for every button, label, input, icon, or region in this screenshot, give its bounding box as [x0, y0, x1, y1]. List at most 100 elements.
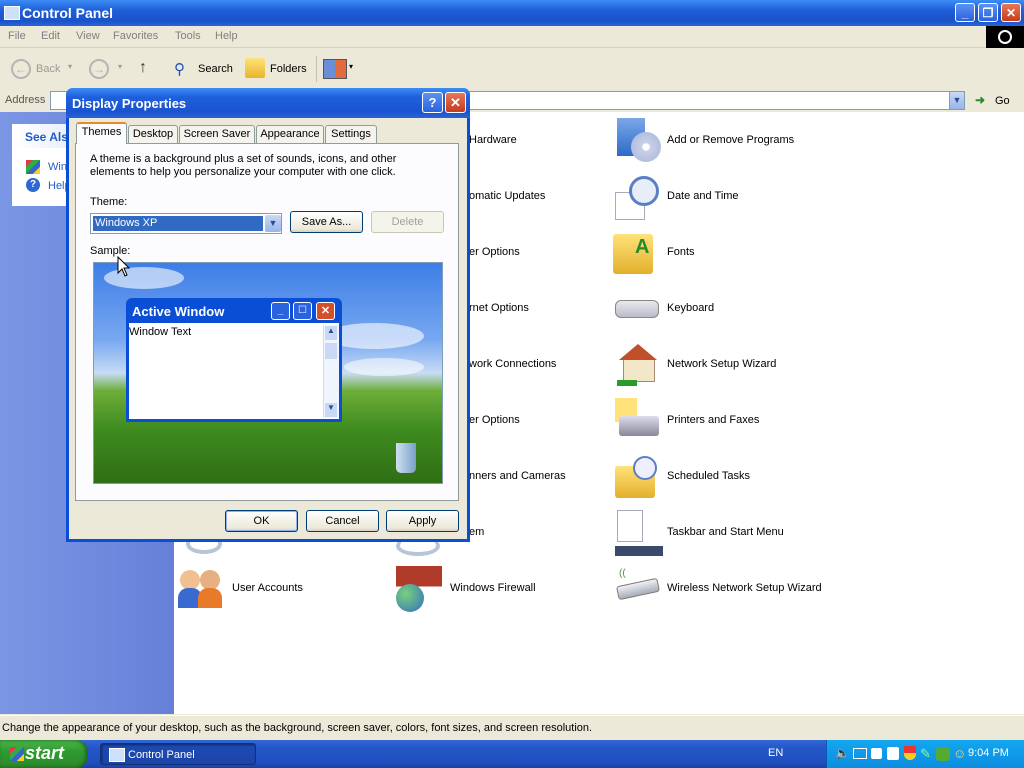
folders-button-label[interactable]: Folders [270, 63, 307, 75]
close-button[interactable]: ✕ [1001, 3, 1021, 22]
start-windows-flag-icon [10, 747, 24, 761]
sample-minimize-icon: _ [271, 302, 290, 320]
go-button-label[interactable]: Go [995, 95, 1010, 107]
cp-item-scheduled-tasks[interactable]: Scheduled Tasks [613, 454, 843, 502]
back-button-label[interactable]: Back [36, 63, 60, 75]
window-titlebar[interactable]: Control Panel _ ❐ ✕ [0, 0, 1024, 26]
sample-scroll-thumb [325, 343, 337, 359]
forward-dropdown-icon[interactable]: ▾ [118, 62, 122, 71]
messenger-icon[interactable]: ☺ [953, 746, 966, 761]
tab-themes[interactable]: Themes [76, 122, 127, 144]
tray-tool-icon[interactable]: ✎ [920, 746, 931, 762]
mouse-cursor-icon [117, 256, 131, 277]
back-dropdown-icon[interactable]: ▾ [68, 62, 72, 71]
fonts-icon: A [613, 234, 653, 274]
dialog-title: Display Properties [72, 96, 187, 111]
network-setup-wizard-icon [613, 342, 659, 388]
minimize-button[interactable]: _ [955, 3, 975, 22]
wireless-network-icon: (( [613, 566, 660, 612]
theme-label: Theme: [90, 196, 128, 208]
recycle-bin-icon [396, 443, 416, 473]
views-icon[interactable] [323, 59, 347, 79]
theme-select[interactable]: Windows XP ▼ [90, 213, 282, 234]
views-dropdown-icon[interactable]: ▾ [349, 62, 353, 71]
printers-faxes-icon [613, 398, 659, 444]
taskbar-button-control-panel[interactable]: Control Panel [100, 743, 256, 765]
sample-close-icon: ✕ [316, 302, 335, 320]
menu-bar: File Edit View Favorites Tools Help [0, 26, 1024, 48]
tab-appearance[interactable]: Appearance [256, 125, 324, 143]
add-remove-programs-icon [613, 118, 661, 164]
keyboard-icon [613, 286, 659, 332]
cp-item-keyboard[interactable]: Keyboard [613, 286, 843, 334]
tray-app-icon[interactable] [871, 748, 882, 759]
tray-green-icon[interactable] [936, 747, 950, 761]
restore-button[interactable]: ❐ [978, 3, 998, 22]
start-button[interactable]: start [0, 740, 88, 768]
forward-arrow-icon[interactable]: → [89, 59, 109, 79]
cp-item-taskbar-start-menu[interactable]: Taskbar and Start Menu [613, 510, 843, 558]
save-as-button[interactable]: Save As... [290, 211, 363, 233]
window-title: Control Panel [22, 5, 114, 21]
help-icon: ? [26, 178, 40, 192]
cp-item-user-accounts[interactable]: User Accounts [178, 566, 378, 614]
sample-active-window-title: Active Window [132, 304, 225, 319]
search-icon[interactable]: ⚲ [174, 60, 185, 78]
tray-notes-icon[interactable] [887, 747, 899, 760]
status-bar: Change the appearance of your desktop, s… [0, 715, 1024, 740]
menu-help[interactable]: Help [215, 30, 238, 42]
cp-item-printers-faxes[interactable]: Printers and Faxes [613, 398, 843, 446]
firewall-icon [396, 566, 442, 612]
delete-button[interactable]: Delete [371, 211, 444, 233]
sample-scrollbar: ▲ ▼ [323, 325, 339, 418]
search-button-label[interactable]: Search [198, 63, 233, 75]
cp-item-network-setup-wizard[interactable]: Network Setup Wizard [613, 342, 843, 390]
tab-screen-saver[interactable]: Screen Saver [179, 125, 255, 143]
menu-file[interactable]: File [8, 30, 26, 42]
back-arrow-icon[interactable]: ← [11, 59, 31, 79]
dialog-titlebar[interactable]: Display Properties ? ✕ [66, 88, 470, 118]
ok-button[interactable]: OK [225, 510, 298, 532]
up-folder-icon[interactable]: ↑ [139, 59, 147, 77]
cp-item-fonts[interactable]: A Fonts [613, 230, 843, 278]
address-label: Address [5, 94, 46, 106]
tab-settings[interactable]: Settings [325, 125, 377, 143]
cp-item-windows-firewall[interactable]: Windows Firewall [396, 566, 596, 614]
sample-scroll-down-icon: ▼ [325, 403, 337, 417]
control-panel-task-icon [109, 748, 125, 762]
theme-select-value: Windows XP [92, 215, 264, 232]
menu-view[interactable]: View [76, 30, 100, 42]
sample-window-body: Window Text [129, 323, 339, 419]
themes-description: A theme is a background plus a set of so… [90, 153, 397, 178]
cp-item-wireless-network-setup-wizard[interactable]: (( Wireless Network Setup Wizard [613, 566, 843, 614]
cancel-button[interactable]: Cancel [306, 510, 379, 532]
network-icon[interactable] [853, 748, 867, 759]
taskbar-start-menu-icon [613, 510, 663, 556]
status-text: Change the appearance of your desktop, s… [2, 722, 593, 734]
apply-button[interactable]: Apply [386, 510, 459, 532]
cp-item-date-time[interactable]: Date and Time [613, 174, 843, 222]
windows-update-icon [26, 160, 40, 174]
menu-edit[interactable]: Edit [41, 30, 60, 42]
address-dropdown-icon[interactable]: ▼ [949, 91, 965, 110]
security-shield-icon[interactable] [904, 746, 916, 760]
see-also-link-windows-update[interactable]: Win [48, 161, 67, 173]
tab-desktop[interactable]: Desktop [128, 125, 178, 143]
clock[interactable]: 9:04 PM [968, 747, 1009, 759]
folders-icon[interactable] [245, 58, 265, 78]
volume-icon[interactable]: 🔈 [835, 746, 850, 760]
sample-window-text: Window Text [129, 326, 192, 338]
user-accounts-icon [178, 566, 224, 612]
dialog-close-button[interactable]: ✕ [445, 92, 466, 113]
toolbar-separator [316, 56, 317, 82]
cp-item-add-remove-programs[interactable]: Add or Remove Programs [613, 118, 843, 166]
theme-dropdown-icon[interactable]: ▼ [265, 215, 281, 232]
windows-logo-icon [986, 26, 1024, 48]
menu-favorites[interactable]: Favorites [113, 30, 158, 42]
menu-tools[interactable]: Tools [175, 30, 201, 42]
language-indicator[interactable]: EN [768, 747, 783, 759]
dialog-help-button[interactable]: ? [422, 92, 443, 113]
start-label: start [25, 743, 65, 763]
go-arrow-icon[interactable]: ➜ [975, 93, 985, 107]
date-time-icon [613, 174, 659, 220]
